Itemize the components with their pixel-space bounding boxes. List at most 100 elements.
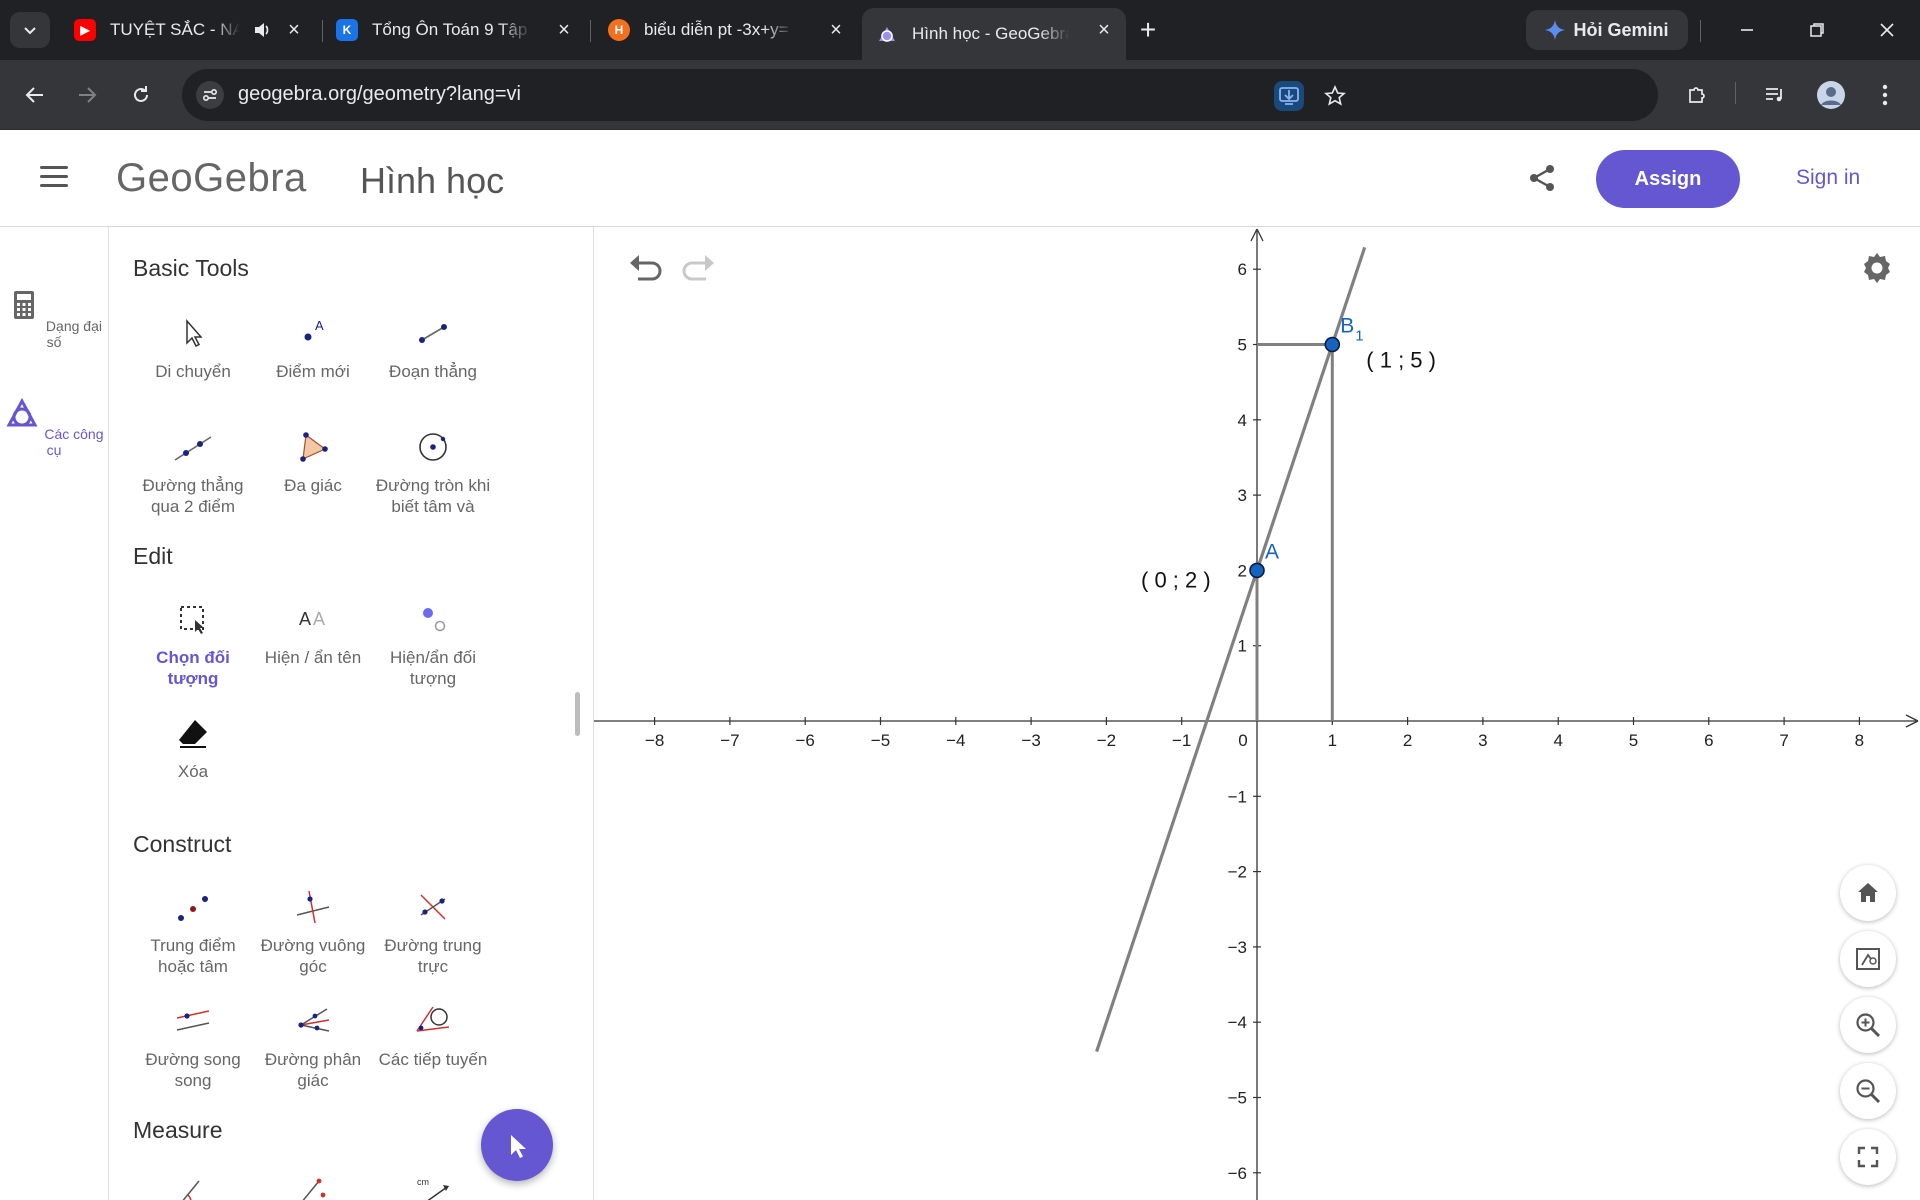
zoom-out-button[interactable] bbox=[1840, 1063, 1896, 1119]
x-tick-label: 2 bbox=[1403, 731, 1412, 750]
home-view-button[interactable] bbox=[1840, 865, 1896, 921]
forward-button[interactable] bbox=[68, 76, 106, 114]
coordinate-plane[interactable]: −8 −7 −6 −5 −4 −3 −2 −1 0 1 2 3 4 5 6 7 8 −6 −5 −4 −3 −2 −1 1 2 3… bbox=[594, 227, 1920, 1200]
redo-icon[interactable] bbox=[678, 249, 718, 285]
tool-new-point[interactable]: A Điểm mới bbox=[253, 313, 373, 382]
assign-button[interactable]: Assign bbox=[1596, 150, 1740, 208]
tool-label: Điểm mới bbox=[276, 362, 350, 381]
menu-icon[interactable] bbox=[40, 166, 68, 188]
chevron-down-icon bbox=[24, 27, 36, 35]
bookmark-star-icon[interactable] bbox=[1320, 81, 1350, 111]
settings-gear-icon[interactable] bbox=[1860, 251, 1894, 285]
site-info-icon[interactable] bbox=[196, 81, 224, 109]
graphing-view-button[interactable] bbox=[1840, 931, 1896, 987]
tool-show-hide-object[interactable]: Hiện/ẩn đối tượng bbox=[373, 599, 493, 689]
tool-parallel[interactable]: Đường song song bbox=[133, 1001, 253, 1091]
close-tab-icon[interactable]: × bbox=[824, 18, 848, 42]
speaker-icon[interactable] bbox=[252, 20, 272, 40]
section-construct: Construct bbox=[133, 831, 232, 857]
tool-show-hide-label[interactable]: AA Hiện / ẩn tên bbox=[253, 599, 373, 668]
point-name-a: A bbox=[1265, 540, 1279, 563]
x-tick-label: 5 bbox=[1629, 731, 1638, 750]
tools-icon bbox=[6, 397, 38, 427]
perpendicular-icon bbox=[296, 890, 330, 924]
chrome-menu-button[interactable] bbox=[1866, 76, 1904, 114]
minimize-icon bbox=[1741, 29, 1753, 31]
tool-delete[interactable]: Xóa bbox=[133, 713, 253, 782]
point-icon: A bbox=[304, 318, 324, 341]
extensions-button[interactable] bbox=[1678, 76, 1716, 114]
app-title: Hình học bbox=[360, 160, 505, 201]
zoom-in-button[interactable] bbox=[1840, 997, 1896, 1053]
close-tab-icon[interactable]: × bbox=[552, 18, 576, 42]
tool-tangents[interactable]: Các tiếp tuyến bbox=[373, 1001, 493, 1070]
x-tick-label: −8 bbox=[645, 731, 664, 750]
tool-midpoint[interactable]: Trung điểm hoặc tâm bbox=[133, 887, 253, 977]
tool-line[interactable]: Đường thẳng qua 2 điểm bbox=[133, 427, 253, 517]
tool-label: Hiện/ẩn đối tượng bbox=[389, 648, 476, 688]
minimize-button[interactable] bbox=[1724, 10, 1770, 50]
select-icon bbox=[180, 606, 204, 634]
tab-title: Tổng Ôn Toán 9 Tập bbox=[372, 20, 528, 39]
gemini-button[interactable]: Hỏi Gemini bbox=[1526, 10, 1688, 50]
profile-avatar[interactable] bbox=[1812, 76, 1850, 114]
browser-tab-bieu-dien[interactable]: H biểu diễn pt -3x+y= × bbox=[594, 8, 858, 52]
close-tab-icon[interactable]: × bbox=[282, 18, 306, 42]
rail-item-algebra[interactable]: Dạng đại số bbox=[0, 287, 108, 350]
tool-polygon[interactable]: Đa giác bbox=[253, 427, 373, 496]
point-caption-a: ( 0 ; 2 ) bbox=[1141, 567, 1211, 592]
tab-search-button[interactable] bbox=[10, 12, 50, 48]
tool-label: Di chuyển bbox=[155, 362, 231, 381]
tool-angle[interactable] bbox=[133, 1173, 253, 1200]
install-app-icon[interactable] bbox=[1274, 81, 1304, 111]
back-button[interactable] bbox=[16, 76, 54, 114]
y-tick-label: −1 bbox=[1228, 787, 1247, 806]
show-object-icon bbox=[423, 608, 446, 632]
graphics-view[interactable]: −8 −7 −6 −5 −4 −3 −2 −1 0 1 2 3 4 5 6 7 8 −6 −5 −4 −3 −2 −1 1 2 3… bbox=[594, 227, 1920, 1200]
sign-in-link[interactable]: Sign in bbox=[1796, 166, 1860, 190]
new-tab-button[interactable]: + bbox=[1130, 12, 1166, 48]
y-tick-label: −5 bbox=[1228, 1089, 1247, 1108]
close-window-button[interactable] bbox=[1864, 10, 1910, 50]
tool-select-object[interactable]: Chọn đối tượng bbox=[133, 599, 253, 689]
tool-perpendicular-bisector[interactable]: Đường trung trực bbox=[373, 887, 493, 977]
tool-picker-fab[interactable] bbox=[481, 1109, 553, 1181]
angle-icon bbox=[182, 1180, 200, 1200]
fullscreen-button[interactable] bbox=[1840, 1129, 1896, 1185]
reload-icon bbox=[134, 86, 148, 102]
x-tick-label: −2 bbox=[1097, 731, 1116, 750]
browser-tab-geogebra[interactable]: Hình học - GeoGebra × bbox=[862, 8, 1126, 60]
tool-distance[interactable]: cm bbox=[373, 1173, 493, 1200]
tool-move[interactable]: Di chuyển bbox=[133, 313, 253, 382]
address-bar[interactable]: geogebra.org/geometry?lang=vi bbox=[182, 69, 1658, 121]
tool-angle-size[interactable] bbox=[253, 1173, 373, 1200]
y-tick-label: −3 bbox=[1228, 938, 1247, 957]
app-header: GeoGebra Hình học Assign Sign in bbox=[0, 130, 1920, 227]
browser-tab-tong-on[interactable]: K Tổng Ôn Toán 9 Tập × bbox=[322, 8, 586, 52]
undo-icon[interactable] bbox=[626, 249, 666, 285]
browser-toolbar: geogebra.org/geometry?lang=vi bbox=[0, 60, 1920, 130]
angle-size-icon bbox=[302, 1178, 326, 1200]
x-tick-label: −6 bbox=[796, 731, 815, 750]
restore-button[interactable] bbox=[1794, 10, 1840, 50]
zoom-in-icon bbox=[1856, 1013, 1881, 1038]
tool-circle-center[interactable]: Đường tròn khi biết tâm và bbox=[373, 427, 493, 517]
tangent-icon bbox=[416, 1006, 450, 1032]
tool-label: Đường thẳng qua 2 điểm bbox=[142, 476, 244, 516]
geogebra-logo[interactable]: GeoGebra bbox=[116, 156, 307, 201]
reload-button[interactable] bbox=[122, 76, 160, 114]
panel-scrollbar[interactable] bbox=[575, 692, 580, 736]
media-control-button[interactable] bbox=[1756, 76, 1794, 114]
fullscreen-icon bbox=[1857, 1146, 1879, 1168]
close-tab-icon[interactable]: × bbox=[1092, 18, 1116, 42]
tool-segment[interactable]: Đoạn thẳng bbox=[373, 313, 493, 382]
show-label-icon: AA bbox=[299, 609, 325, 629]
share-icon[interactable] bbox=[1526, 162, 1558, 194]
cursor-arrow-icon bbox=[511, 1135, 526, 1158]
polygon-icon bbox=[300, 432, 328, 462]
browser-tab-youtube[interactable]: ▶ TUYỆT SẮC - NA × bbox=[60, 8, 316, 52]
rail-item-tools[interactable]: Các công cụ bbox=[0, 395, 108, 458]
tool-perpendicular[interactable]: Đường vuông góc bbox=[253, 887, 373, 977]
tool-angle-bisector[interactable]: Đường phân giác bbox=[253, 1001, 373, 1091]
eraser-icon bbox=[179, 720, 207, 748]
